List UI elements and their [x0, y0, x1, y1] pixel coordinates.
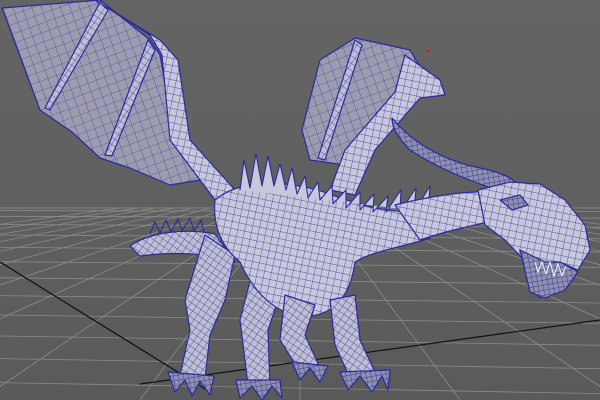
viewport-canvas[interactable]	[0, 0, 600, 400]
back-foot-left	[167, 371, 215, 397]
pivot-marker	[426, 49, 430, 53]
back-foot-right	[235, 379, 283, 400]
front-foot-right	[339, 369, 391, 393]
dragon-model[interactable]	[1, 0, 591, 400]
3d-viewport[interactable]	[0, 0, 600, 400]
front-leg-left	[279, 294, 321, 373]
grid-line	[0, 207, 139, 230]
front-leg-right	[329, 294, 376, 379]
horn	[391, 117, 521, 193]
back-leg-left	[179, 234, 236, 379]
front-foot-left	[291, 361, 329, 383]
